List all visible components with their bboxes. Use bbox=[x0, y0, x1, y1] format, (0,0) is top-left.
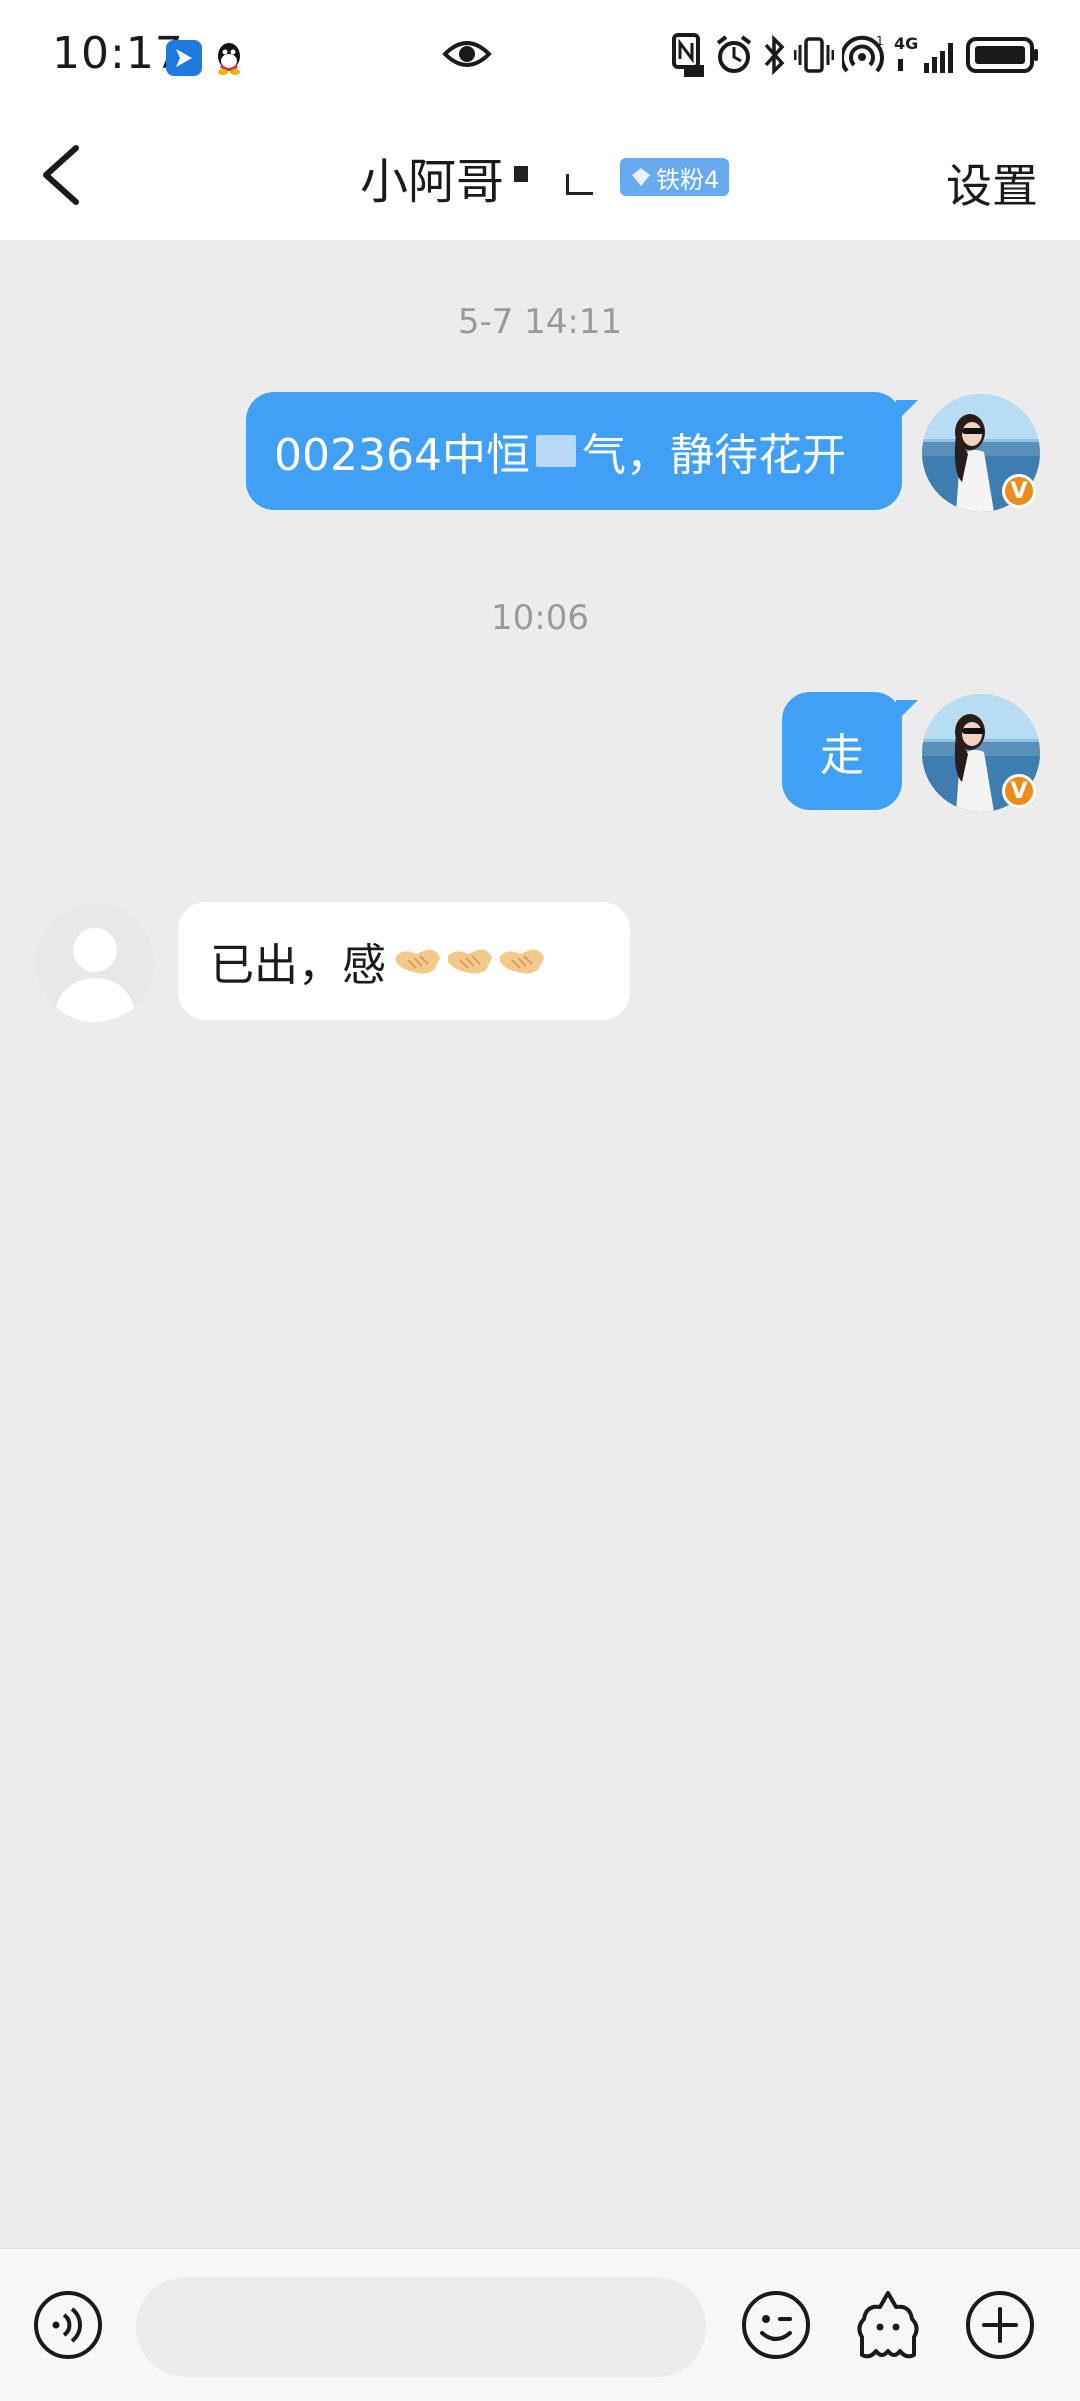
qq-icon bbox=[218, 43, 240, 75]
status-bar: 10:17 1 4G bbox=[0, 0, 1080, 110]
hotspot-icon: 1 bbox=[842, 34, 884, 73]
message-text: 走 bbox=[820, 730, 864, 781]
message-text: 已出，感 bbox=[210, 940, 386, 991]
contact-name: 小阿哥 bbox=[360, 154, 505, 210]
settings-button[interactable]: 设置 bbox=[946, 150, 1038, 216]
redacted-mask bbox=[510, 152, 600, 202]
bluetooth-icon bbox=[764, 34, 785, 76]
message-composer bbox=[0, 2248, 1080, 2401]
nfc-icon bbox=[672, 33, 704, 77]
verified-icon: V bbox=[1002, 774, 1036, 808]
redacted-mask bbox=[535, 435, 576, 467]
message-input[interactable] bbox=[136, 2277, 706, 2377]
page-title: 小阿哥 bbox=[360, 142, 600, 212]
diamond-icon bbox=[632, 168, 650, 186]
status-time: 10:17 bbox=[52, 28, 184, 79]
battery-icon bbox=[966, 37, 1038, 73]
message-timestamp: 5-7 14:11 bbox=[457, 302, 623, 342]
sticker-icon[interactable] bbox=[852, 2289, 924, 2361]
outgoing-message-bubble[interactable]: 走 bbox=[782, 692, 902, 810]
incoming-message-bubble[interactable]: 已出，感 bbox=[178, 902, 630, 1020]
sim-slot-label: 1 bbox=[876, 34, 884, 48]
handshake-icon bbox=[396, 949, 440, 974]
eye-icon bbox=[442, 41, 492, 67]
message-list[interactable]: 5-7 14:11 002364中恒 气，静待花开 V 10:06 走 V 已出… bbox=[0, 240, 1080, 2240]
message-timestamp: 10:06 bbox=[491, 598, 589, 638]
fan-level-badge: 铁粉4 bbox=[620, 158, 730, 196]
smiley-icon[interactable] bbox=[740, 2289, 812, 2361]
chat-header: 小阿哥 铁粉4 设置 bbox=[0, 110, 1080, 240]
emoji-group bbox=[394, 944, 546, 978]
vibrate-icon bbox=[794, 37, 834, 73]
signal-icon: 4G bbox=[894, 34, 953, 73]
message-text: 002364中恒 bbox=[274, 430, 530, 481]
handshake-icon bbox=[448, 949, 492, 974]
outgoing-message-bubble[interactable]: 002364中恒 气，静待花开 bbox=[246, 392, 902, 510]
fan-level-label: 铁粉4 bbox=[656, 165, 720, 194]
default-avatar-icon bbox=[36, 904, 154, 1022]
message-text: 气，静待花开 bbox=[581, 430, 846, 481]
app-notification-icon bbox=[166, 40, 202, 76]
status-indicators: 1 4G bbox=[670, 30, 1040, 80]
contact-avatar[interactable] bbox=[36, 904, 154, 1022]
chevron-left-icon[interactable] bbox=[36, 142, 96, 208]
plus-icon[interactable] bbox=[964, 2289, 1036, 2361]
voice-icon[interactable] bbox=[32, 2289, 104, 2361]
alarm-icon bbox=[716, 35, 752, 73]
network-type-label: 4G bbox=[894, 34, 918, 53]
bubble-tail bbox=[896, 700, 918, 722]
handshake-icon bbox=[500, 949, 544, 974]
verified-icon: V bbox=[1002, 474, 1036, 508]
bubble-tail bbox=[896, 400, 918, 422]
